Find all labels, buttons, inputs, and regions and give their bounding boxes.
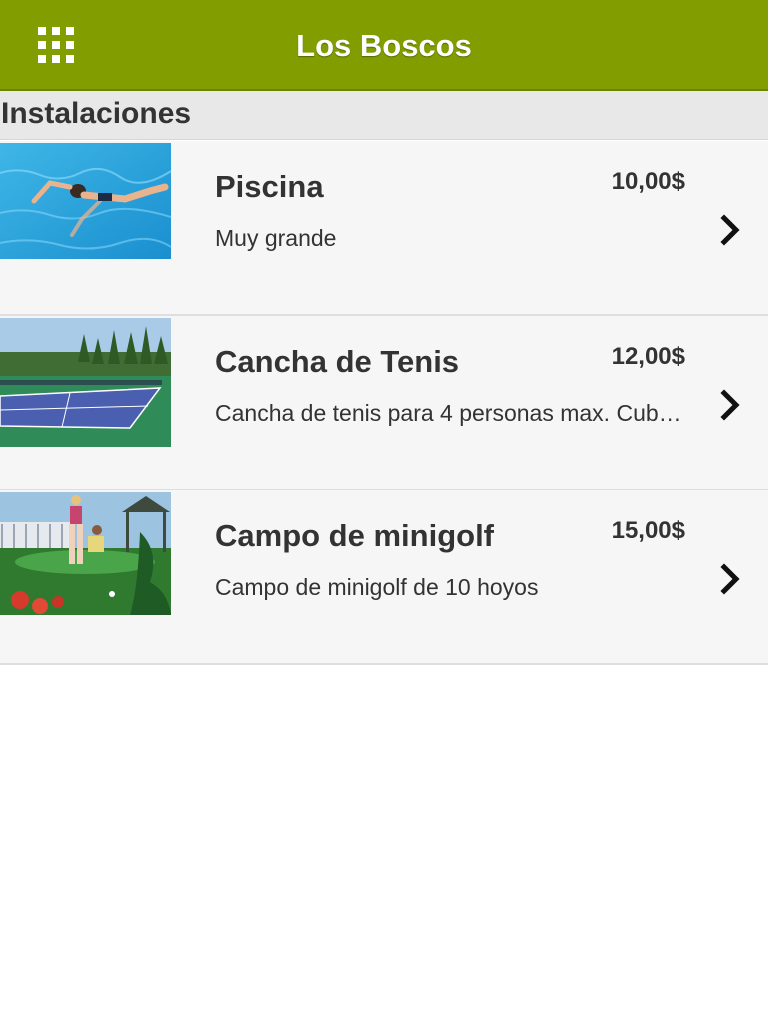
chevron-right-icon — [720, 389, 740, 421]
section-header: Instalaciones — [0, 91, 768, 140]
item-title: Campo de minigolf — [215, 518, 494, 553]
app-title: Los Boscos — [296, 28, 472, 63]
item-description: Cancha de tenis para 4 personas max. Cub… — [215, 400, 685, 426]
swimmer-photo — [0, 143, 171, 259]
item-description: Campo de minigolf de 10 hoyos — [215, 574, 539, 600]
chevron-right-icon — [720, 214, 740, 246]
item-price: 10,00$ — [611, 168, 685, 195]
chevron-right-icon — [720, 563, 740, 595]
item-price: 15,00$ — [611, 517, 685, 544]
app-header: Los Boscos — [0, 0, 768, 91]
section-label: Instalaciones — [1, 97, 192, 130]
item-title: Piscina — [215, 169, 324, 204]
list-item-piscina[interactable]: Piscina 10,00$ Muy grande — [0, 141, 768, 316]
item-title: Cancha de Tenis — [215, 344, 460, 379]
minigolf-photo — [0, 492, 171, 615]
list-item-campo-de-minigolf[interactable]: Campo de minigolf 15,00$ Campo de minigo… — [0, 490, 768, 665]
item-description: Muy grande — [215, 225, 337, 251]
item-price: 12,00$ — [611, 343, 685, 370]
grid-menu-icon[interactable] — [38, 27, 74, 63]
tennis-court-photo — [0, 318, 171, 447]
list-item-cancha-de-tenis[interactable]: Cancha de Tenis 12,00$ Cancha de tenis p… — [0, 316, 768, 491]
